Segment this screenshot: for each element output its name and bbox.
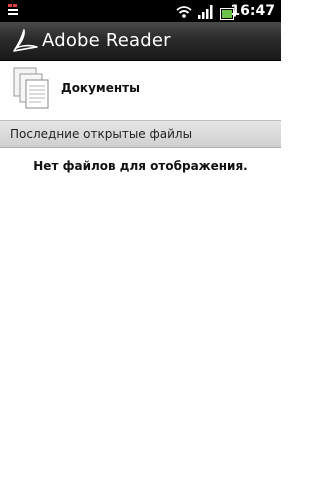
- recent-files-header-label: Последние открытые файлы: [10, 127, 193, 141]
- documents-row[interactable]: Документы: [0, 61, 281, 117]
- status-clock: 16:47: [230, 3, 275, 19]
- recent-files-header: Последние открытые файлы: [0, 120, 281, 148]
- status-bar: 16:47: [0, 0, 281, 22]
- documents-label: Документы: [61, 81, 140, 95]
- signal-icon: [198, 4, 213, 19]
- app-title-bar: Adobe Reader: [0, 22, 281, 61]
- documents-stack-icon: [11, 66, 51, 110]
- notification-icon: [7, 3, 21, 19]
- empty-files-message: Нет файлов для отображения.: [33, 159, 248, 173]
- app-title: Adobe Reader: [42, 30, 171, 51]
- screen: 16:47 Adobe Reader Документы Последние о…: [0, 0, 281, 500]
- adobe-reader-logo-icon: [11, 27, 39, 55]
- wifi-icon: [176, 4, 192, 18]
